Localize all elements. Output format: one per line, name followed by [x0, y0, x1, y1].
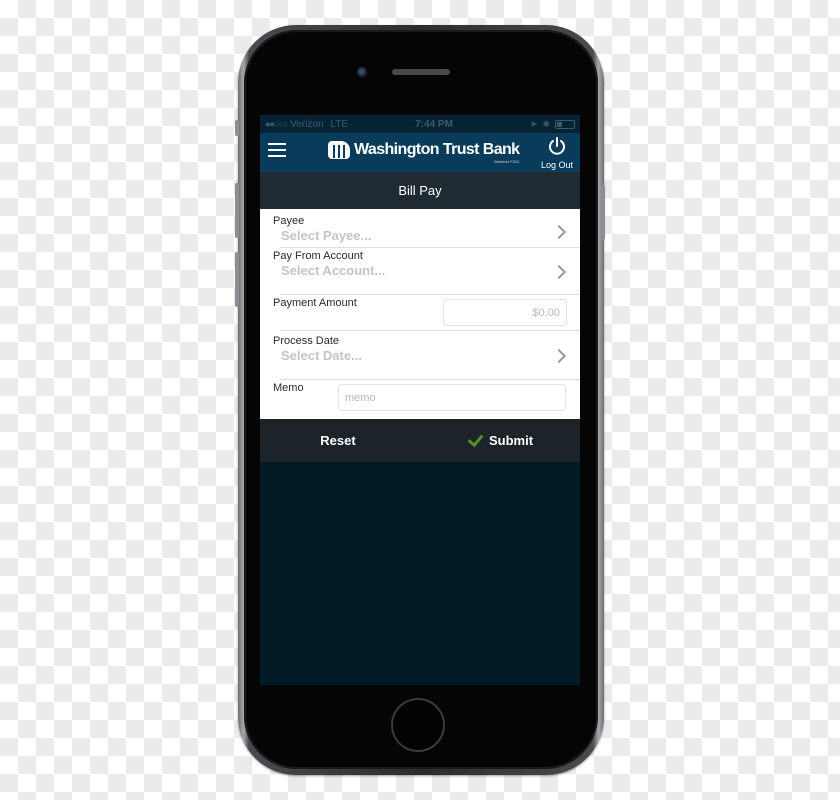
payee-selector[interactable]: Payee Select Payee...: [260, 209, 580, 248]
reset-label: Reset: [320, 433, 356, 448]
submit-label: Submit: [488, 433, 534, 448]
memo-input[interactable]: [338, 384, 566, 411]
bank-logo-mark-icon: [328, 141, 350, 159]
bank-logo: Washington Trust Bank Member FDIC: [328, 141, 520, 164]
volume-down-button: [235, 252, 239, 307]
bank-name: Washington Trust Bank: [354, 141, 520, 158]
logout-label: Log Out: [540, 160, 574, 170]
signal-strength-icon: ●●○○○: [265, 119, 288, 129]
reset-button[interactable]: Reset: [260, 419, 424, 462]
checkmark-icon: [467, 430, 484, 447]
account-label: Pay From Account: [273, 250, 363, 262]
app-header: Washington Trust Bank Member FDIC Log Ou…: [260, 133, 580, 172]
account-placeholder: Select Account...: [281, 263, 386, 278]
payee-placeholder: Select Payee...: [281, 228, 372, 243]
logout-button[interactable]: Log Out: [540, 136, 574, 170]
volume-up-button: [235, 183, 239, 238]
payment-amount-row: Payment Amount: [260, 295, 580, 331]
network-type: LTE: [330, 118, 349, 130]
earpiece-speaker: [392, 69, 450, 75]
location-icon: ➤: [529, 118, 538, 129]
page-title: Bill Pay: [398, 183, 442, 198]
chevron-right-icon: [551, 224, 567, 240]
front-camera: [357, 67, 367, 77]
app-screen: ●●○○○ Verizon LTE 7:44 PM ➤ ✱ Washington…: [260, 115, 580, 685]
payment-amount-input[interactable]: [443, 299, 567, 326]
home-button[interactable]: [391, 698, 445, 752]
status-time: 7:44 PM: [415, 118, 453, 130]
date-placeholder: Select Date...: [281, 348, 362, 363]
account-selector[interactable]: Pay From Account Select Account...: [260, 248, 580, 295]
mute-switch: [235, 120, 239, 136]
payee-label: Payee: [273, 215, 305, 227]
battery-icon: [554, 119, 575, 129]
status-bar: ●●○○○ Verizon LTE 7:44 PM ➤ ✱: [260, 115, 580, 133]
member-fdic: Member FDIC: [494, 159, 520, 164]
memo-label: Memo: [273, 382, 304, 394]
page-title-bar: Bill Pay: [260, 172, 580, 209]
process-date-selector[interactable]: Process Date Select Date...: [260, 331, 580, 380]
bluetooth-icon: ✱: [542, 118, 550, 129]
power-icon: [549, 137, 565, 155]
submit-button[interactable]: Submit: [424, 419, 580, 462]
amount-label: Payment Amount: [273, 297, 357, 309]
carrier-name: Verizon: [290, 118, 324, 130]
chevron-right-icon: [551, 264, 567, 280]
process-date-label: Process Date: [273, 335, 340, 347]
bill-pay-form: Payee Select Payee... Pay From Account S…: [260, 209, 580, 419]
chevron-right-icon: [551, 348, 567, 364]
power-button: [601, 185, 605, 240]
memo-row: Memo: [260, 380, 580, 419]
hamburger-menu-icon[interactable]: [268, 143, 286, 157]
action-bar: Reset Submit: [260, 419, 580, 462]
